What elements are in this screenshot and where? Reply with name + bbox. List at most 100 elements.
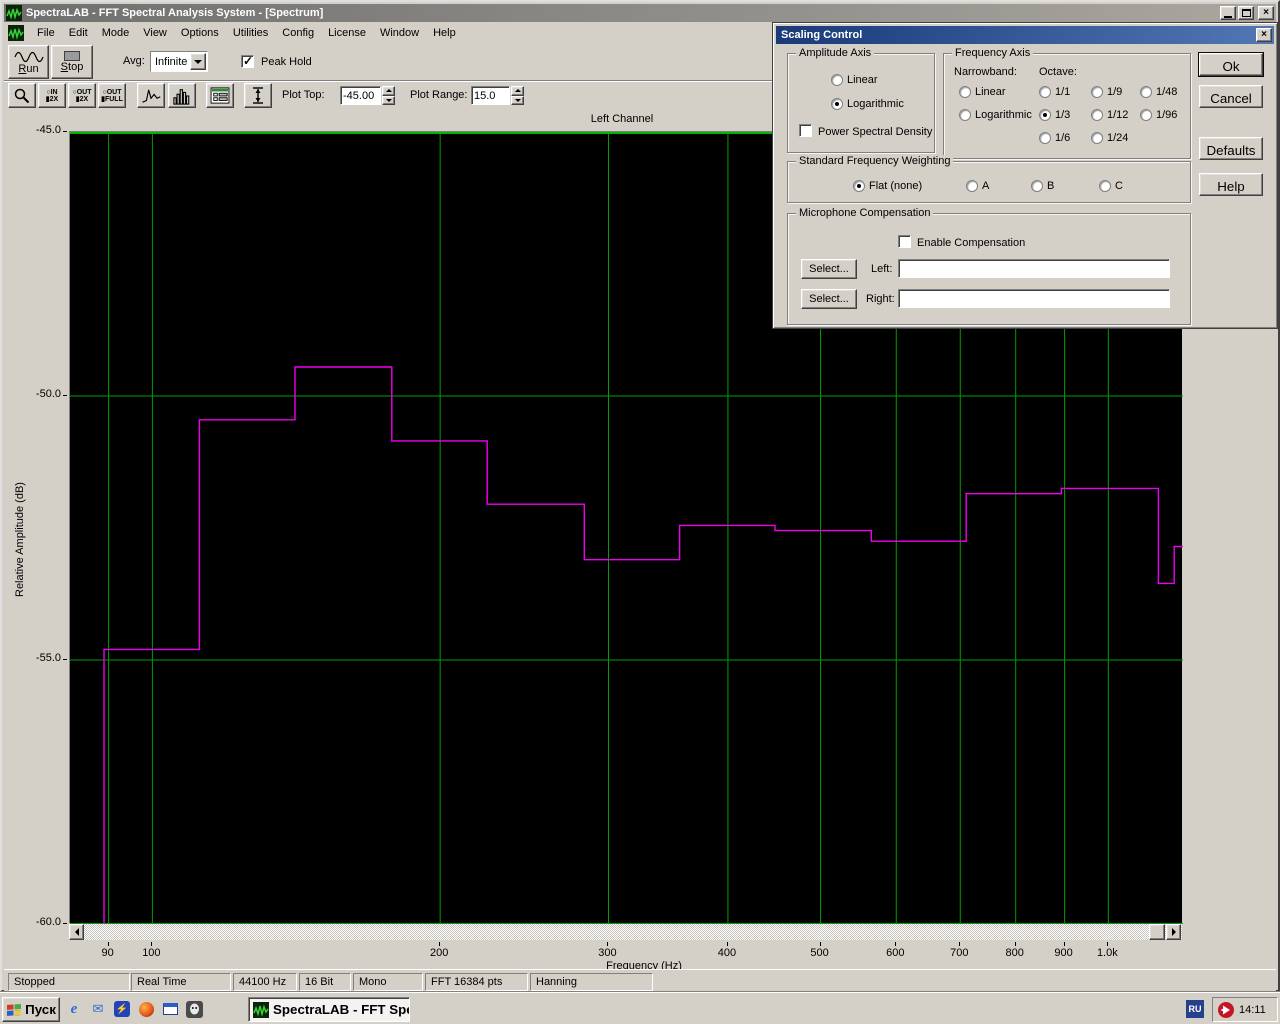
y-tick-label--50.0: -50.0 — [35, 388, 61, 400]
messenger-icon[interactable]: ⚡ — [112, 999, 132, 1019]
help-button[interactable]: Help — [1199, 173, 1263, 196]
clock: 14:11 — [1239, 1003, 1266, 1016]
weighting-c-radio[interactable]: C — [1099, 180, 1123, 193]
tray-download-icon[interactable] — [1217, 1001, 1235, 1019]
scroll-left-button[interactable] — [69, 924, 84, 940]
menu-edit[interactable]: Edit — [62, 25, 95, 41]
menu-license[interactable]: License — [321, 25, 373, 41]
x-tick-label-500: 500 — [810, 947, 829, 959]
minimize-button[interactable] — [1220, 6, 1236, 20]
zoom-in-2x-button[interactable]: ○IN ▮2X — [38, 83, 66, 108]
octave-1-3-radio[interactable]: 1/3 — [1039, 109, 1071, 122]
chevron-down-icon — [194, 59, 202, 64]
scroll-right-button[interactable] — [1166, 924, 1181, 940]
start-button[interactable]: Пуск — [2, 997, 60, 1022]
plot-top-spinner[interactable] — [382, 86, 395, 105]
spin-up-icon[interactable] — [511, 86, 524, 96]
octave-1-24-radio-control — [1091, 132, 1103, 145]
horizontal-scrollbar[interactable] — [69, 924, 1182, 940]
octave-1-3-radio-label: 1/3 — [1055, 109, 1071, 122]
x-tick-mark — [151, 942, 153, 946]
status-window-function: Hanning — [530, 973, 653, 991]
weighting-a-radio[interactable]: A — [966, 180, 989, 193]
start-button-label: Пуск — [25, 1002, 56, 1017]
enable-compensation-checkbox[interactable] — [898, 235, 911, 248]
narrowband-linear-radio-label: Linear — [975, 86, 1006, 99]
menu-file[interactable]: File — [30, 25, 62, 41]
plot-range-input[interactable] — [471, 86, 510, 105]
scrollbar-thumb[interactable] — [1149, 924, 1165, 940]
stop-button[interactable]: Stop — [51, 45, 93, 79]
x-tick-label-1-0k: 1.0k — [1096, 947, 1118, 959]
run-button[interactable]: Run — [8, 45, 49, 79]
windows-flag-icon — [7, 1003, 22, 1016]
octave-1-1-radio[interactable]: 1/1 — [1039, 86, 1071, 99]
octave-1-24-radio[interactable]: 1/24 — [1091, 132, 1128, 145]
dialog-close-button[interactable]: × — [1256, 28, 1272, 42]
ok-button[interactable]: Ok — [1198, 52, 1264, 77]
octave-1-1-radio-label: 1/1 — [1055, 86, 1071, 99]
spectrum-window-icon[interactable] — [8, 24, 24, 41]
menu-options[interactable]: Options — [174, 25, 226, 41]
internet-explorer-icon[interactable]: e — [64, 999, 84, 1019]
amplitude-logarithmic-radio[interactable]: Logarithmic — [831, 98, 904, 111]
show-desktop-icon[interactable] — [160, 999, 180, 1019]
narrowband-linear-radio[interactable]: Linear — [959, 86, 1006, 99]
menu-window[interactable]: Window — [373, 25, 426, 41]
weighting-b-radio[interactable]: B — [1031, 180, 1054, 193]
maximize-button[interactable] — [1238, 6, 1254, 20]
close-button[interactable]: × — [1258, 6, 1274, 20]
menu-utilities[interactable]: Utilities — [226, 25, 275, 41]
status-channels: Mono — [353, 973, 423, 991]
menu-mode[interactable]: Mode — [95, 25, 137, 41]
select-right-file-button[interactable]: Select... — [801, 289, 857, 309]
amplitude-logarithmic-radio-control — [831, 98, 843, 111]
cancel-button[interactable]: Cancel — [1199, 85, 1263, 108]
display-options-button[interactable] — [206, 83, 234, 108]
amplitude-axis-legend: Amplitude Axis — [796, 47, 875, 59]
octave-1-96-radio[interactable]: 1/96 — [1140, 109, 1177, 122]
x-tick-mark — [895, 942, 897, 946]
zoom-out-2x-button[interactable]: ○OUT ▮2X — [68, 83, 96, 108]
x-tick-mark — [1014, 942, 1016, 946]
left-compensation-file-input[interactable] — [898, 259, 1170, 278]
x-tick-mark — [107, 942, 109, 946]
menu-help[interactable]: Help — [426, 25, 463, 41]
zoom-out-full-button[interactable]: ○OUT ▮FULL — [98, 83, 126, 108]
amplitude-linear-radio[interactable]: Linear — [831, 74, 878, 87]
media-player-icon[interactable] — [136, 999, 156, 1019]
power-spectral-density-checkbox[interactable] — [799, 124, 812, 137]
weighting-a-radio-control — [966, 180, 978, 193]
outlook-express-icon[interactable]: ✉ — [88, 999, 108, 1019]
right-compensation-file-input[interactable] — [898, 289, 1170, 308]
bar-plot-button[interactable] — [168, 83, 196, 108]
octave-1-9-radio[interactable]: 1/9 — [1091, 86, 1122, 99]
amplitude-scale-button[interactable] — [244, 83, 272, 108]
weighting-flat-none-radio[interactable]: Flat (none) — [853, 180, 922, 193]
combo-dropdown-button[interactable] — [190, 53, 206, 70]
power-spectral-density-label: Power Spectral Density — [818, 126, 933, 138]
plot-top-input[interactable] — [340, 86, 381, 105]
winamp-icon[interactable] — [184, 999, 204, 1019]
plot-top-label: Plot Top: — [282, 89, 325, 101]
line-plot-button[interactable] — [137, 83, 165, 108]
octave-1-48-radio[interactable]: 1/48 — [1140, 86, 1177, 99]
select-left-file-button[interactable]: Select... — [801, 259, 857, 279]
vertical-scale-icon — [253, 87, 263, 104]
spin-up-icon[interactable] — [382, 86, 395, 96]
zoom-button[interactable] — [8, 83, 36, 108]
weighting-flat-none-radio-control — [853, 180, 865, 193]
peak-hold-checkbox[interactable] — [241, 54, 254, 68]
spin-down-icon[interactable] — [382, 95, 395, 105]
octave-1-12-radio[interactable]: 1/12 — [1091, 109, 1128, 122]
octave-1-6-radio[interactable]: 1/6 — [1039, 132, 1070, 145]
plot-range-spinner[interactable] — [511, 86, 524, 105]
defaults-button[interactable]: Defaults — [1199, 137, 1263, 160]
averaging-combobox[interactable]: Infinite — [150, 51, 208, 72]
menu-config[interactable]: Config — [275, 25, 321, 41]
taskbar-app-button[interactable]: SpectraLAB - FFT Spe... — [248, 997, 410, 1022]
spin-down-icon[interactable] — [511, 95, 524, 105]
language-indicator[interactable]: RU — [1186, 1000, 1204, 1018]
narrowband-logarithmic-radio[interactable]: Logarithmic — [959, 109, 1032, 122]
menu-view[interactable]: View — [136, 25, 174, 41]
